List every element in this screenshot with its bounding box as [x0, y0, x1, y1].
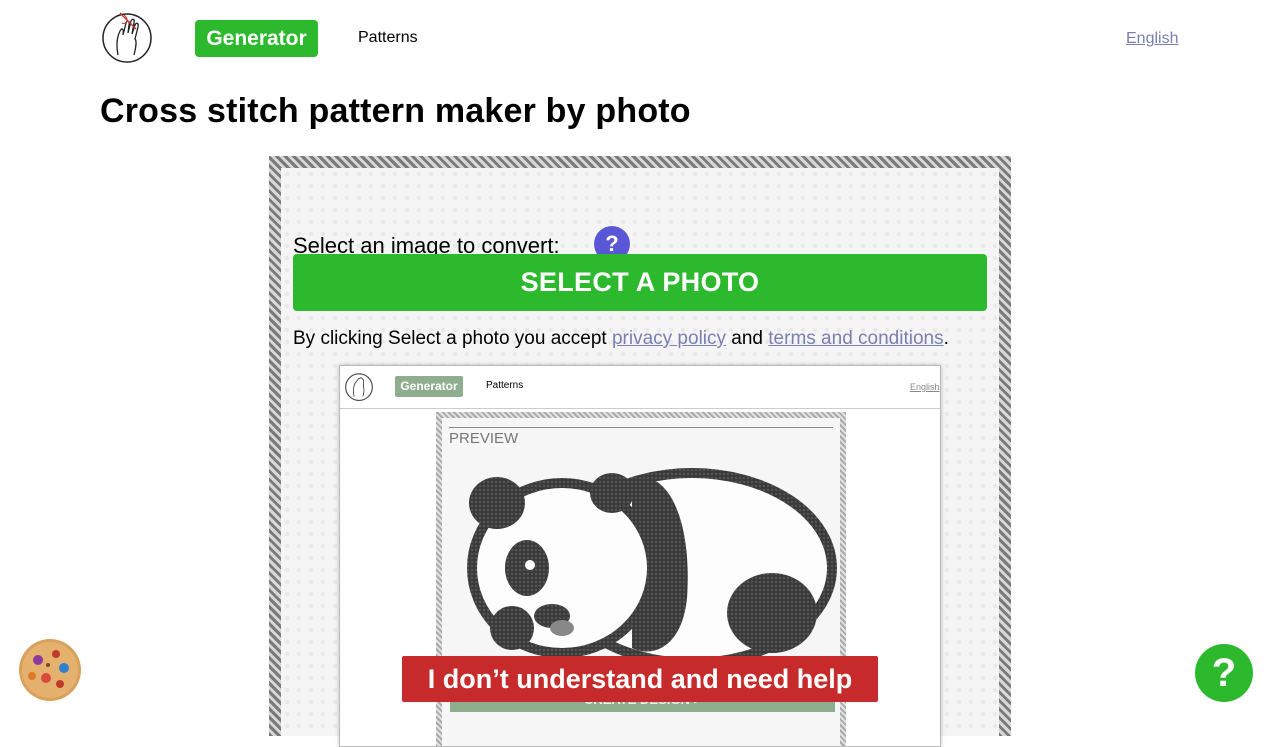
- panda-cross-stitch-image: [467, 468, 837, 668]
- preview-divider: [449, 427, 833, 428]
- need-help-banner[interactable]: I don’t understand and need help: [402, 656, 878, 702]
- example-language: English: [910, 382, 940, 392]
- privacy-policy-link[interactable]: privacy policy: [612, 328, 726, 349]
- select-photo-button[interactable]: SELECT A PHOTO: [293, 254, 987, 311]
- example-generator-button: Generator: [395, 376, 463, 397]
- page-title: Cross stitch pattern maker by photo: [100, 92, 691, 130]
- nav-patterns-link[interactable]: Patterns: [358, 29, 418, 47]
- consent-and: and: [731, 328, 763, 349]
- hand-needle-logo-icon: [345, 373, 373, 401]
- consent-text: By clicking Select a photo you accept pr…: [293, 328, 949, 350]
- language-selector[interactable]: English: [1126, 30, 1178, 48]
- consent-prefix: By clicking Select a photo you accept: [293, 328, 607, 349]
- terms-link[interactable]: terms and conditions: [768, 328, 943, 349]
- nav-generator-button[interactable]: Generator: [195, 20, 318, 57]
- converter-card-body: Select an image to convert: ? SELECT A P…: [281, 168, 999, 747]
- cookie-icon[interactable]: [18, 638, 82, 702]
- example-patterns-link: Patterns: [486, 380, 524, 391]
- preview-label: PREVIEW: [449, 430, 519, 447]
- consent-suffix: .: [943, 328, 949, 349]
- floating-help-button[interactable]: ?: [1195, 644, 1253, 702]
- top-navigation: Generator Patterns English: [0, 0, 1280, 76]
- converter-card: Select an image to convert: ? SELECT A P…: [269, 156, 1011, 747]
- example-header: Generator Patterns English: [340, 366, 940, 409]
- hand-needle-logo-icon[interactable]: [100, 9, 154, 63]
